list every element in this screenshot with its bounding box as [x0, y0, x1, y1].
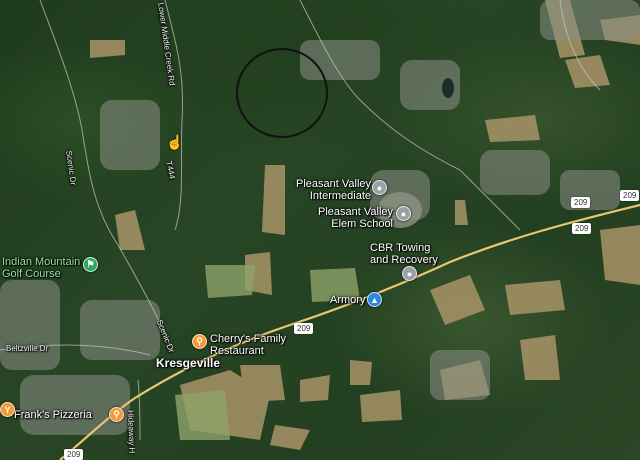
- hand-cursor-icon: ☝: [166, 134, 184, 150]
- place-label-cbr-towing[interactable]: CBR Towing and Recovery: [370, 242, 438, 266]
- bar-icon[interactable]: Y: [0, 402, 15, 417]
- school-icon[interactable]: ●: [372, 180, 387, 195]
- school-icon[interactable]: ●: [396, 206, 411, 221]
- place-label-indian-mountain[interactable]: Indian Mountain Golf Course: [2, 256, 80, 280]
- route-shield-209: 209: [572, 223, 592, 234]
- place-label-cherrys[interactable]: Cherry's Family Restaurant: [210, 333, 286, 357]
- route-shield-209: 209: [571, 197, 591, 208]
- armory-icon[interactable]: ▲: [367, 292, 382, 307]
- route-shield-209: 209: [64, 449, 84, 460]
- restaurant-icon[interactable]: ⚲: [109, 407, 124, 422]
- place-label-armory[interactable]: Armory: [330, 294, 365, 306]
- road-label-hidaway: Hideaway H: [126, 410, 137, 454]
- place-label-pv-intermediate[interactable]: Pleasant Valley Intermediate: [296, 178, 371, 202]
- route-shield-209: 209: [620, 190, 640, 201]
- place-label-kresgeville[interactable]: Kresgeville: [156, 357, 220, 369]
- place-label-pv-elem[interactable]: Pleasant Valley Elem School: [318, 206, 393, 230]
- road-label-beltzville: Beltzville Dr: [6, 344, 49, 353]
- place-label-franks[interactable]: Frank's Pizzeria: [14, 409, 92, 421]
- restaurant-icon[interactable]: ⚲: [192, 334, 207, 349]
- golf-icon[interactable]: ⚑: [83, 257, 98, 272]
- highlight-circle: [236, 48, 328, 138]
- route-shield-209: 209: [294, 323, 314, 334]
- place-pin-icon[interactable]: ●: [402, 266, 417, 281]
- satellite-map[interactable]: Lower Middle Creek Rd Scenic Dr Scenic D…: [0, 0, 640, 460]
